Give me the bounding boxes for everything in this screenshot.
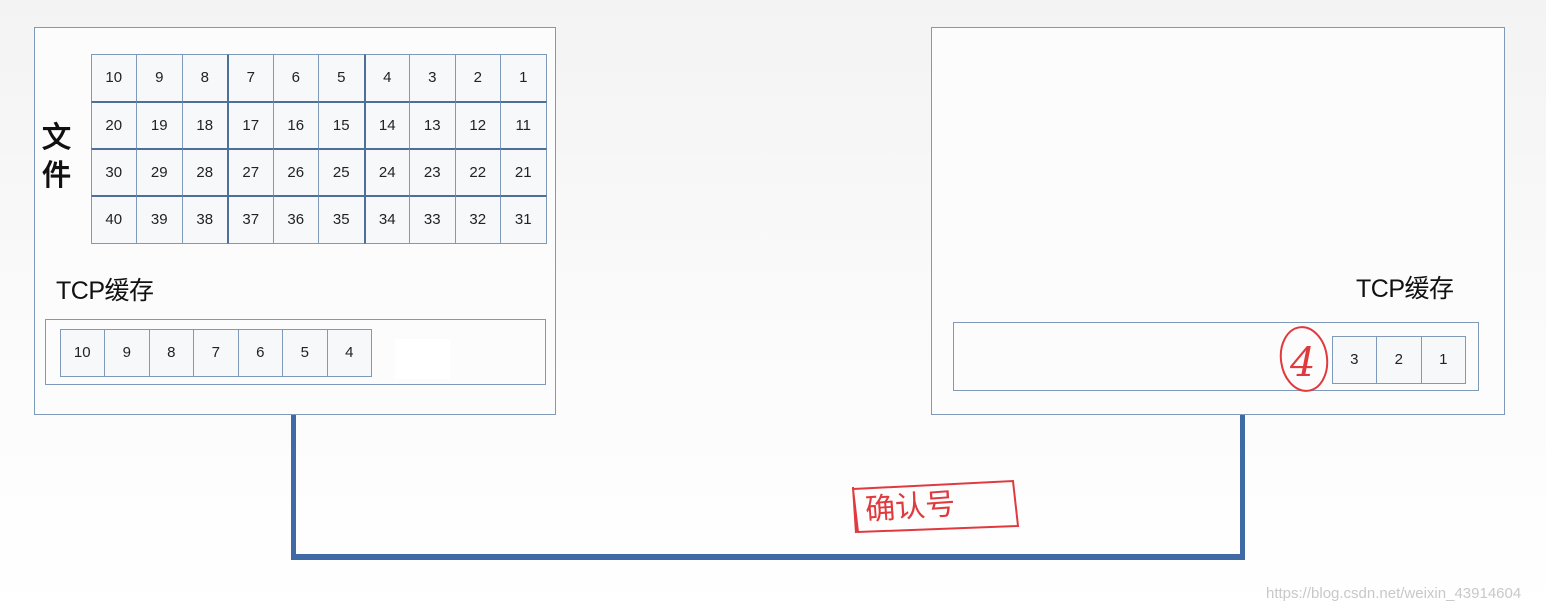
ack-note: 确认号 xyxy=(864,487,956,528)
handwritten-annotations: 4 确认号 xyxy=(851,326,1329,534)
watermark: https://blog.csdn.net/weixin_43914604 xyxy=(1266,585,1522,602)
circled-number: 4 xyxy=(1289,340,1315,386)
